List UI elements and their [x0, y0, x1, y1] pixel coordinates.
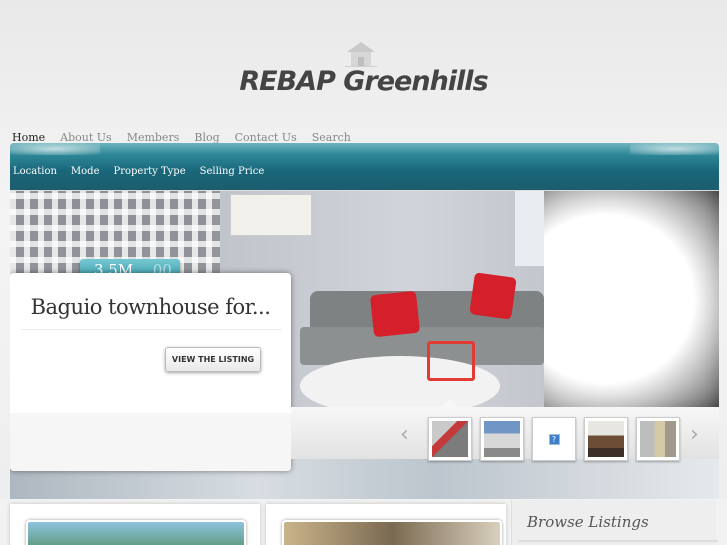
thumbnail-4[interactable] [584, 417, 628, 461]
house-icon [345, 42, 377, 67]
thumbnail-1[interactable] [428, 417, 472, 461]
photo-pillow [369, 290, 421, 338]
photo-pillow [469, 272, 517, 320]
photo-chair [427, 341, 475, 381]
thumbnail-image [640, 421, 676, 457]
photo-lamp [230, 194, 312, 236]
site-title[interactable]: REBAP Greenhills [0, 66, 727, 97]
divider [20, 329, 282, 330]
filter-navigation: Location Mode Property Type Selling Pric… [13, 166, 264, 177]
thumbnail-image [588, 421, 624, 457]
browse-listings-widget: Browse Listings [511, 500, 718, 545]
chevron-right-icon[interactable]: › [690, 422, 699, 447]
listing-title[interactable]: Baguio townhouse for... [10, 295, 291, 319]
divider [518, 540, 718, 542]
thumbnail-image [432, 421, 468, 457]
thumbnail-image: ? [536, 421, 572, 457]
view-listing-button[interactable]: VIEW THE LISTING [165, 347, 261, 372]
thumbnail-5[interactable] [636, 417, 680, 461]
thumbnail-2[interactable] [480, 417, 524, 461]
bar-glow [630, 143, 719, 155]
listing-card: Baguio townhouse for... VIEW THE LISTING [10, 273, 291, 471]
browse-listings-title: Browse Listings [527, 513, 649, 531]
listing-preview-card[interactable] [266, 504, 506, 545]
listing-preview-image [282, 520, 502, 545]
missing-image-icon: ? [548, 433, 560, 445]
filter-bar: Location Mode Property Type Selling Pric… [10, 143, 719, 190]
photo-vignette-edge [544, 191, 719, 407]
listing-preview-card[interactable] [10, 504, 260, 545]
bar-glow [10, 143, 100, 155]
photo-window [515, 191, 544, 266]
thumbnail-image [484, 421, 520, 457]
filter-selling-price[interactable]: Selling Price [200, 166, 265, 177]
listing-card-footer [10, 413, 291, 471]
listing-preview-image [26, 520, 246, 545]
filter-location[interactable]: Location [13, 166, 57, 177]
featured-slider: Location Mode Property Type Selling Pric… [10, 143, 719, 499]
active-pointer [442, 399, 458, 407]
filter-mode[interactable]: Mode [71, 166, 100, 177]
chevron-left-icon[interactable]: ‹ [400, 422, 409, 447]
filter-property-type[interactable]: Property Type [114, 166, 186, 177]
thumbnail-3[interactable]: ? [532, 417, 576, 461]
